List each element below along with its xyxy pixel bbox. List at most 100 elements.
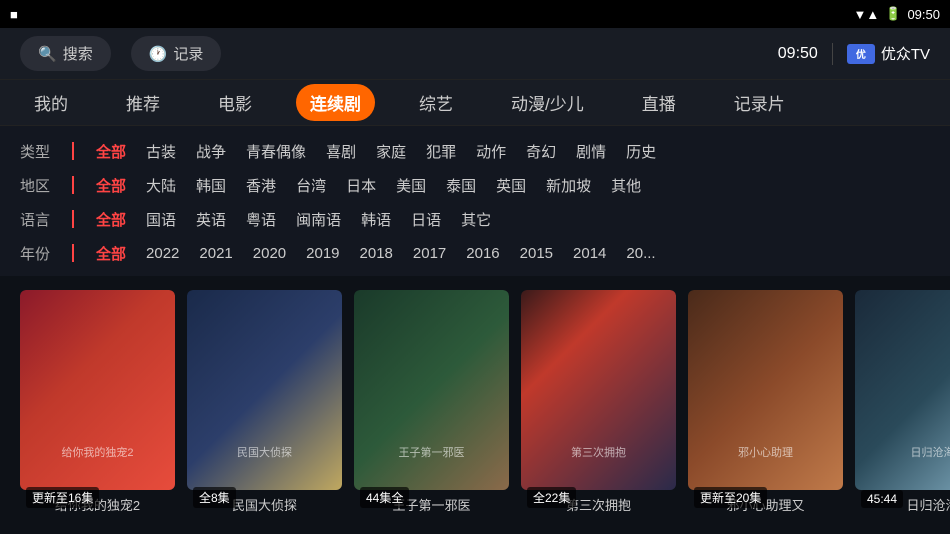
card-6-badge: 45:44 (861, 490, 903, 508)
status-bar: ■ ▼▲ 🔋 09:50 (0, 0, 950, 28)
card-6[interactable]: 日归沧海 45:44 日归沧海 (855, 290, 950, 514)
filter-year-2018[interactable]: 2018 (350, 243, 403, 264)
card-1-image: 给你我的独宠2 (20, 290, 175, 490)
filter-sep-3 (72, 210, 74, 228)
brand-name: 优众TV (881, 43, 930, 64)
filter-type-label: 类型 (20, 141, 60, 162)
filter-year-2015[interactable]: 2015 (510, 243, 563, 264)
card-2[interactable]: 民国大侦探 全8集 民国大侦探 (187, 290, 342, 514)
status-left: ■ (10, 7, 18, 22)
card-6-image: 日归沧海 (855, 290, 950, 490)
card-1[interactable]: 给你我的独宠2 更新至16集 给你我的独宠2 (20, 290, 175, 514)
filter-year-all[interactable]: 全部 (86, 241, 136, 266)
filter-year-2020[interactable]: 2020 (243, 243, 296, 264)
top-bar-time: 09:50 (778, 45, 818, 63)
card-5-image: 邪小心助理 (688, 290, 843, 490)
signal-icon: ▼▲ (854, 7, 880, 22)
tab-series[interactable]: 连续剧 (296, 84, 375, 121)
filter-type-6[interactable]: 犯罪 (416, 139, 466, 164)
filter-type-4[interactable]: 喜剧 (316, 139, 366, 164)
search-icon: 🔍 (38, 45, 57, 63)
tab-my[interactable]: 我的 (20, 84, 82, 121)
card-4[interactable]: 第三次拥抱 全22集 第三次拥抱 (521, 290, 676, 514)
card-2-img-text: 民国大侦探 (187, 444, 342, 460)
tab-movie[interactable]: 电影 (204, 84, 266, 121)
brand-icon: 优 (847, 44, 875, 64)
content-grid: 给你我的独宠2 更新至16集 给你我的独宠2 民国大侦探 全8集 民国大侦探 王… (0, 276, 950, 514)
filter-type-row: 类型 全部 古装 战争 青春偶像 喜剧 家庭 犯罪 动作 奇幻 剧情 历史 (20, 134, 930, 168)
card-6-img-text: 日归沧海 (855, 444, 950, 460)
filter-type-all[interactable]: 全部 (86, 139, 136, 164)
filter-lang-1[interactable]: 国语 (136, 207, 186, 232)
filter-lang-all[interactable]: 全部 (86, 207, 136, 232)
clock-icon: 🕐 (149, 45, 168, 63)
search-button[interactable]: 🔍 搜索 (20, 36, 111, 71)
top-right: 09:50 优 优众TV (778, 43, 930, 65)
history-label: 记录 (173, 43, 203, 64)
search-label: 搜索 (63, 43, 93, 64)
filter-type-7[interactable]: 动作 (466, 139, 516, 164)
filter-type-3[interactable]: 青春偶像 (236, 139, 316, 164)
filter-sep-2 (72, 176, 74, 194)
filter-region-1[interactable]: 大陆 (136, 173, 186, 198)
history-button[interactable]: 🕐 记录 (131, 36, 222, 71)
filters: 类型 全部 古装 战争 青春偶像 喜剧 家庭 犯罪 动作 奇幻 剧情 历史 地区… (0, 126, 950, 276)
tab-live[interactable]: 直播 (628, 84, 690, 121)
status-time: 09:50 (907, 7, 940, 22)
tab-documentary[interactable]: 记录片 (720, 84, 799, 121)
filter-region-row: 地区 全部 大陆 韩国 香港 台湾 日本 美国 泰国 英国 新加坡 其他 (20, 168, 930, 202)
card-5[interactable]: 邪小心助理 更新至20集 邪小心助理又 (688, 290, 843, 514)
filter-region-7[interactable]: 泰国 (436, 173, 486, 198)
card-4-badge: 全22集 (527, 487, 576, 508)
card-4-img-text: 第三次拥抱 (521, 444, 676, 460)
card-1-badge: 更新至16集 (26, 487, 99, 508)
app-icon: ■ (10, 7, 18, 22)
filter-region-10[interactable]: 其他 (601, 173, 651, 198)
filter-region-5[interactable]: 日本 (336, 173, 386, 198)
filter-region-8[interactable]: 英国 (486, 173, 536, 198)
filter-year-2019[interactable]: 2019 (296, 243, 349, 264)
filter-lang-4[interactable]: 闽南语 (286, 207, 351, 232)
filter-sep (72, 142, 74, 160)
filter-region-3[interactable]: 香港 (236, 173, 286, 198)
card-3-badge: 44集全 (360, 487, 409, 508)
filter-lang-7[interactable]: 其它 (451, 207, 501, 232)
card-2-image: 民国大侦探 (187, 290, 342, 490)
filter-type-2[interactable]: 战争 (186, 139, 236, 164)
card-4-image: 第三次拥抱 (521, 290, 676, 490)
filter-year-2021[interactable]: 2021 (189, 243, 242, 264)
card-5-badge: 更新至20集 (694, 487, 767, 508)
filter-type-8[interactable]: 奇幻 (516, 139, 566, 164)
filter-region-2[interactable]: 韩国 (186, 173, 236, 198)
filter-region-9[interactable]: 新加坡 (536, 173, 601, 198)
filter-type-10[interactable]: 历史 (616, 139, 666, 164)
filter-type-1[interactable]: 古装 (136, 139, 186, 164)
card-3-image: 王子第一邪医 (354, 290, 509, 490)
filter-region-all[interactable]: 全部 (86, 173, 136, 198)
filter-lang-6[interactable]: 日语 (401, 207, 451, 232)
filter-region-4[interactable]: 台湾 (286, 173, 336, 198)
filter-lang-row: 语言 全部 国语 英语 粤语 闽南语 韩语 日语 其它 (20, 202, 930, 236)
card-3[interactable]: 王子第一邪医 44集全 王子第一邪医 (354, 290, 509, 514)
tab-anime[interactable]: 动漫/少儿 (497, 84, 598, 121)
filter-lang-label: 语言 (20, 209, 60, 230)
filter-lang-3[interactable]: 粤语 (236, 207, 286, 232)
brand-logo: 优 优众TV (847, 43, 930, 64)
filter-lang-5[interactable]: 韩语 (351, 207, 401, 232)
tab-variety[interactable]: 综艺 (405, 84, 467, 121)
filter-year-row: 年份 全部 2022 2021 2020 2019 2018 2017 2016… (20, 236, 930, 270)
filter-lang-2[interactable]: 英语 (186, 207, 236, 232)
status-right: ▼▲ 🔋 09:50 (854, 6, 940, 22)
filter-type-5[interactable]: 家庭 (366, 139, 416, 164)
filter-region-6[interactable]: 美国 (386, 173, 436, 198)
card-3-img-text: 王子第一邪医 (354, 444, 509, 460)
filter-year-2017[interactable]: 2017 (403, 243, 456, 264)
filter-year-more[interactable]: 20... (616, 243, 665, 264)
battery-icon: 🔋 (885, 6, 901, 22)
tab-recommend[interactable]: 推荐 (112, 84, 174, 121)
card-5-img-text: 邪小心助理 (688, 444, 843, 460)
filter-year-2022[interactable]: 2022 (136, 243, 189, 264)
filter-year-2016[interactable]: 2016 (456, 243, 509, 264)
filter-year-2014[interactable]: 2014 (563, 243, 616, 264)
filter-type-9[interactable]: 剧情 (566, 139, 616, 164)
